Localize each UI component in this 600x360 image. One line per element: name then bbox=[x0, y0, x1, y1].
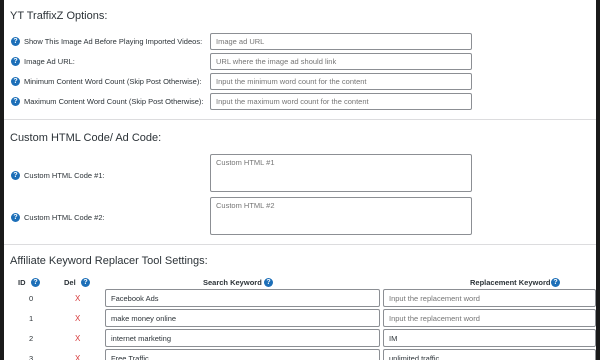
row-id: 3 bbox=[29, 354, 34, 360]
search-keyword-input[interactable]: make money online bbox=[105, 309, 380, 327]
custom-html-2-textarea[interactable] bbox=[210, 197, 472, 235]
search-keyword-input[interactable]: Free Traffic bbox=[105, 349, 380, 360]
replacement-keyword-input[interactable]: IM bbox=[383, 329, 596, 347]
replacement-keyword-input[interactable]: unlimited traffic bbox=[383, 349, 596, 360]
row-id: 2 bbox=[29, 334, 34, 343]
affiliate-title: Affiliate Keyword Replacer Tool Settings… bbox=[10, 255, 208, 267]
delete-row-button[interactable]: X bbox=[75, 334, 80, 343]
help-icon[interactable]: ? bbox=[81, 278, 90, 287]
help-icon[interactable]: ? bbox=[11, 171, 20, 180]
image-ad-url-input[interactable] bbox=[210, 33, 472, 50]
min-word-count-input[interactable] bbox=[210, 73, 472, 90]
replacement-keyword-input[interactable] bbox=[383, 309, 596, 327]
max-word-count-input[interactable] bbox=[210, 93, 472, 110]
id-column-header: ID bbox=[18, 278, 26, 287]
replacement-keyword-input[interactable] bbox=[383, 289, 596, 307]
row-id: 1 bbox=[29, 314, 34, 323]
delete-row-button[interactable]: X bbox=[75, 354, 80, 360]
help-icon[interactable]: ? bbox=[11, 97, 20, 106]
search-keyword-header: Search Keyword bbox=[203, 278, 262, 287]
help-icon[interactable]: ? bbox=[11, 213, 20, 222]
help-icon[interactable]: ? bbox=[31, 278, 40, 287]
delete-row-button[interactable]: X bbox=[75, 314, 80, 323]
custom-html-title: Custom HTML Code/ Ad Code: bbox=[10, 132, 162, 144]
del-column-header: Del bbox=[64, 278, 76, 287]
help-icon[interactable]: ? bbox=[11, 57, 20, 66]
yt-options-title: YT TraffixZ Options: bbox=[10, 10, 108, 22]
section-divider bbox=[4, 119, 596, 120]
search-keyword-input[interactable]: Facebook Ads bbox=[105, 289, 380, 307]
search-keyword-input[interactable]: internet marketing bbox=[105, 329, 380, 347]
image-ad-label: Show This Image Ad Before Playing Import… bbox=[24, 37, 203, 46]
replacement-keyword-header: Replacement Keyword bbox=[470, 278, 551, 287]
max-word-count-label: Maximum Content Word Count (Skip Post Ot… bbox=[24, 97, 204, 106]
custom-html-1-label: Custom HTML Code #1: bbox=[24, 171, 105, 180]
custom-html-2-label: Custom HTML Code #2: bbox=[24, 213, 105, 222]
custom-html-1-textarea[interactable] bbox=[210, 154, 472, 192]
delete-row-button[interactable]: X bbox=[75, 294, 80, 303]
row-id: 0 bbox=[29, 294, 34, 303]
image-ad-link-label: Image Ad URL: bbox=[24, 57, 75, 66]
min-word-count-label: Minimum Content Word Count (Skip Post Ot… bbox=[24, 77, 202, 86]
section-divider bbox=[4, 244, 596, 245]
help-icon[interactable]: ? bbox=[551, 278, 560, 287]
image-ad-link-input[interactable] bbox=[210, 53, 472, 70]
help-icon[interactable]: ? bbox=[11, 77, 20, 86]
settings-panel: YT TraffixZ Options: ? Show This Image A… bbox=[4, 0, 596, 360]
help-icon[interactable]: ? bbox=[264, 278, 273, 287]
help-icon[interactable]: ? bbox=[11, 37, 20, 46]
